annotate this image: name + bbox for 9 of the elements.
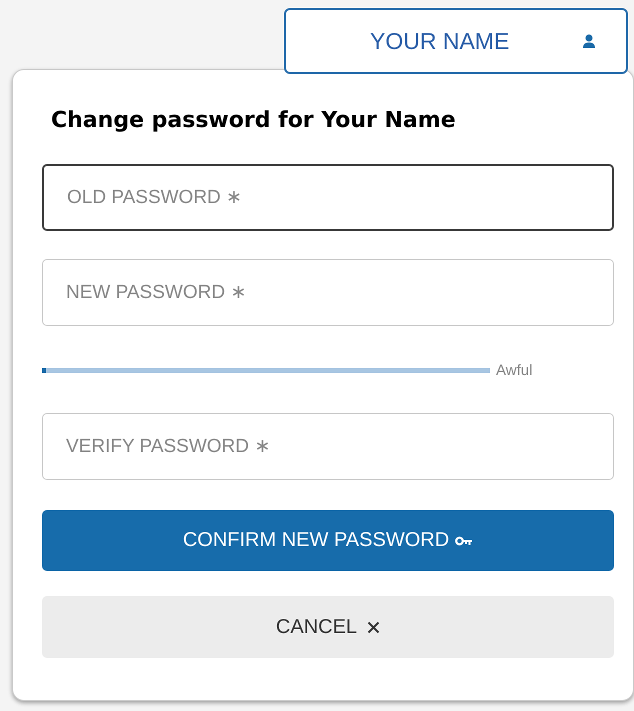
password-field[interactable]: OLD PASSWORD ∗	[42, 164, 614, 231]
person-icon	[582, 34, 596, 48]
user-menu-button[interactable]: YOUR NAME	[284, 8, 628, 74]
confirm-button[interactable]: CONFIRM NEW PASSWORD	[42, 510, 614, 571]
dialog-title: Change password for Your Name	[51, 108, 457, 135]
key-icon	[455, 536, 474, 546]
close-icon	[367, 620, 380, 634]
strength-label: Awful	[496, 362, 532, 379]
cancel-button[interactable]: CANCEL	[42, 596, 614, 658]
